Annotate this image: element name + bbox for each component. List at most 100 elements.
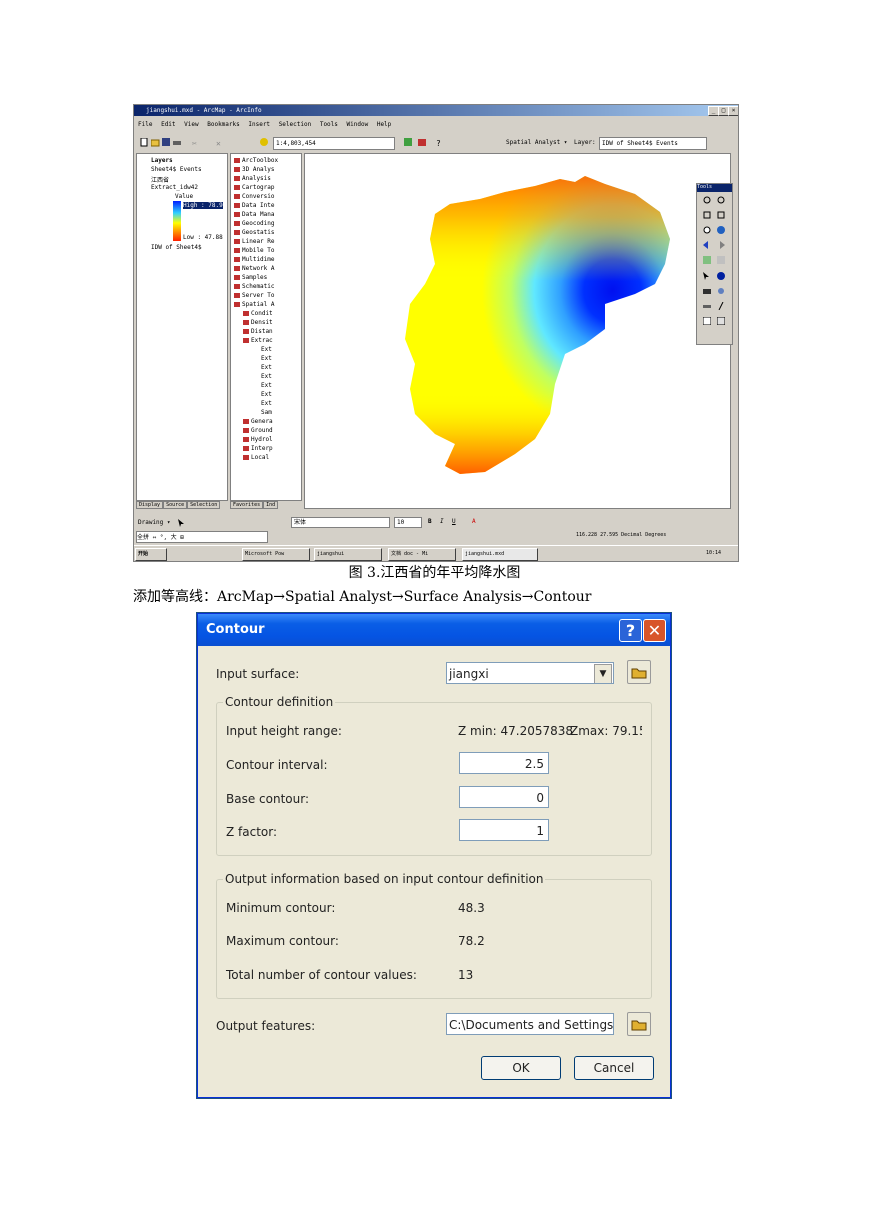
tab-display[interactable]: Display xyxy=(136,501,164,509)
pan-icon[interactable] xyxy=(703,226,711,234)
taskbar-item-active[interactable]: jiangshui.mxd xyxy=(462,548,538,561)
toolbox-tool[interactable]: Sam xyxy=(261,409,272,416)
toolbox-item[interactable]: Extrac xyxy=(243,337,273,344)
italic-icon[interactable]: I xyxy=(440,518,444,525)
html-popup-icon[interactable] xyxy=(703,317,711,325)
arctoolbox-icon[interactable] xyxy=(418,138,427,147)
time-slider-icon[interactable] xyxy=(717,317,725,325)
start-button[interactable]: 开始 xyxy=(135,548,167,561)
go-to-xy-icon[interactable] xyxy=(717,287,725,295)
back-icon[interactable] xyxy=(703,241,711,249)
cancel-button[interactable]: Cancel xyxy=(574,1056,654,1080)
spatial-analyst-menu[interactable]: Spatial Analyst ▾ xyxy=(506,139,567,146)
toolbox-tool[interactable]: Ext xyxy=(261,355,272,362)
fixed-zoom-out-icon[interactable] xyxy=(717,211,725,219)
toolbox-item[interactable]: Interp xyxy=(243,445,273,452)
close-icon[interactable]: × xyxy=(728,106,738,116)
fixed-zoom-in-icon[interactable] xyxy=(703,211,711,219)
taskbar-item[interactable]: Microsoft Pow xyxy=(242,548,310,561)
font-color-icon[interactable]: A xyxy=(472,518,476,525)
select-elements-icon[interactable] xyxy=(703,272,711,280)
output-features-input[interactable]: C:\Documents and Settings\Ad xyxy=(446,1013,614,1035)
zoom-in-icon[interactable] xyxy=(703,196,711,204)
menu-window[interactable]: Window xyxy=(347,121,369,128)
scale-combo[interactable]: 1:4,803,454 xyxy=(273,137,395,150)
zoom-out-icon[interactable] xyxy=(717,196,725,204)
toolbox-item[interactable]: 3D Analys xyxy=(234,166,275,173)
tab-index[interactable]: Ind xyxy=(263,501,279,509)
toolbox-item[interactable]: Distan xyxy=(243,328,273,335)
menu-selection[interactable]: Selection xyxy=(279,121,312,128)
toolbox-item[interactable]: Data Mana xyxy=(234,211,275,218)
drawing-menu[interactable]: Drawing ▾ xyxy=(138,519,171,526)
open-folder-button[interactable] xyxy=(627,660,651,684)
full-extent-icon[interactable] xyxy=(717,226,725,234)
close-button[interactable]: ✕ xyxy=(643,619,666,642)
toolbox-item[interactable]: Analysis xyxy=(234,175,271,182)
toolbox-item[interactable]: Server To xyxy=(234,292,275,299)
toc-layer-extract[interactable]: Extract_idw42 xyxy=(151,184,198,191)
font-name-select[interactable]: 宋体 xyxy=(291,517,390,528)
new-document-icon[interactable] xyxy=(140,138,149,147)
select-elements-icon[interactable] xyxy=(178,519,186,527)
contour-interval-input[interactable]: 2.5 xyxy=(459,752,549,774)
toolbox-root[interactable]: ArcToolbox xyxy=(234,157,278,164)
print-icon[interactable] xyxy=(173,138,182,147)
toolbox-item[interactable]: Genera xyxy=(243,418,273,425)
toc-layer-jiangxi[interactable]: 江西省 xyxy=(151,175,169,184)
toolbox-item[interactable]: Multidime xyxy=(234,256,275,263)
toolbox-item[interactable]: Ground xyxy=(243,427,273,434)
menu-insert[interactable]: Insert xyxy=(248,121,270,128)
save-icon[interactable] xyxy=(162,138,171,147)
toolbox-item[interactable]: Geostatis xyxy=(234,229,275,236)
toolbox-tool[interactable]: Ext xyxy=(261,400,272,407)
menu-bookmarks[interactable]: Bookmarks xyxy=(207,121,240,128)
map-view[interactable] xyxy=(304,153,731,509)
toolbox-tool[interactable]: Ext xyxy=(261,382,272,389)
toc-root[interactable]: Layers xyxy=(151,157,173,164)
chevron-down-icon[interactable]: ▼ xyxy=(594,664,612,683)
open-folder-icon[interactable] xyxy=(151,138,160,147)
toolbox-item[interactable]: Linear Re xyxy=(234,238,275,245)
toc-layer-idw[interactable]: IDW of Sheet4$ xyxy=(151,244,202,251)
forward-icon[interactable] xyxy=(717,241,725,249)
toolbox-item[interactable]: Schematic xyxy=(234,283,275,290)
cut-icon[interactable]: ✂ xyxy=(192,138,201,147)
select-features-icon[interactable] xyxy=(703,256,711,264)
toolbox-item[interactable]: Condit xyxy=(243,310,273,317)
toolbox-tool[interactable]: Ext xyxy=(261,373,272,380)
toolbox-item[interactable]: Local xyxy=(243,454,269,461)
ok-button[interactable]: OK xyxy=(481,1056,561,1080)
toolbox-item[interactable]: Geocoding xyxy=(234,220,275,227)
toolbox-item[interactable]: Hydrol xyxy=(243,436,273,443)
menu-edit[interactable]: Edit xyxy=(161,121,175,128)
toolbox-item[interactable]: Densit xyxy=(243,319,273,326)
taskbar-item[interactable]: jiangshui xyxy=(314,548,382,561)
underline-icon[interactable]: U xyxy=(452,518,456,525)
help-button[interactable]: ? xyxy=(619,619,642,642)
layer-select[interactable]: IDW of Sheet4$ Events xyxy=(599,137,707,150)
taskbar-item[interactable]: 文档 doc - Mi xyxy=(388,548,456,561)
clear-selection-icon[interactable] xyxy=(717,256,725,264)
font-size-select[interactable]: 10 xyxy=(394,517,422,528)
measure-icon[interactable] xyxy=(703,302,711,310)
toolbox-tool[interactable]: Ext xyxy=(261,346,272,353)
toolbox-tool[interactable]: Ext xyxy=(261,364,272,371)
toolbox-item[interactable]: Conversio xyxy=(234,193,275,200)
menu-file[interactable]: File xyxy=(138,121,152,128)
toc-layer-sheet[interactable]: Sheet4$ Events xyxy=(151,166,202,173)
hyperlink-icon[interactable] xyxy=(717,302,725,310)
toolbox-item[interactable]: Network A xyxy=(234,265,275,272)
base-contour-input[interactable]: 0 xyxy=(459,786,549,808)
bold-icon[interactable]: B xyxy=(428,518,432,525)
toolbox-item[interactable]: Spatial A xyxy=(234,301,275,308)
find-icon[interactable] xyxy=(703,287,711,295)
menu-help[interactable]: Help xyxy=(377,121,391,128)
tab-selection[interactable]: Selection xyxy=(187,501,221,509)
menu-tools[interactable]: Tools xyxy=(320,121,338,128)
menu-view[interactable]: View xyxy=(184,121,198,128)
toolbox-item[interactable]: Cartograp xyxy=(234,184,275,191)
toolbox-tool[interactable]: Ext xyxy=(261,391,272,398)
toolbox-item[interactable]: Samples xyxy=(234,274,267,281)
input-surface-select[interactable]: jiangxi ▼ xyxy=(446,662,614,684)
